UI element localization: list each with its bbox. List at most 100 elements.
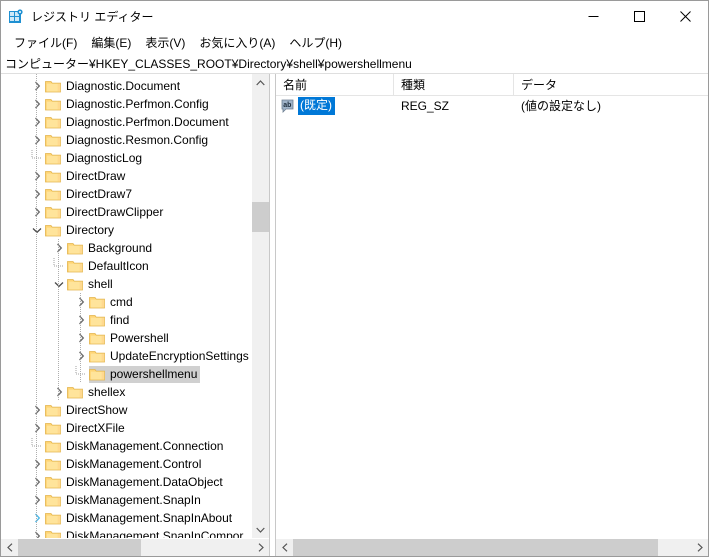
- tree-node-diagnostic-resmon-config[interactable]: Diagnostic.Resmon.Config: [1, 131, 252, 149]
- chevron-right-icon[interactable]: [73, 293, 89, 311]
- tree-node-shellex[interactable]: shellex: [1, 383, 252, 401]
- column-name[interactable]: 名前: [276, 74, 394, 95]
- chevron-right-icon[interactable]: [29, 401, 45, 419]
- chevron-right-icon[interactable]: [29, 473, 45, 491]
- values-scroll-right-arrow-icon[interactable]: [691, 539, 708, 556]
- tree-node-content: Diagnostic.Perfmon.Document: [45, 114, 232, 131]
- chevron-right-icon[interactable]: [29, 509, 45, 527]
- tree-node-diskmanagement-control[interactable]: DiskManagement.Control: [1, 455, 252, 473]
- pane-splitter[interactable]: [269, 74, 276, 556]
- tree-node-diskmanagement-snapinabout[interactable]: DiskManagement.SnapInAbout: [1, 509, 252, 527]
- tree-hscrollbar-thumb[interactable]: [18, 539, 141, 556]
- tree-node-content: Diagnostic.Document: [45, 78, 183, 95]
- tree-node-content: shellex: [67, 384, 128, 401]
- tree-node-label: DirectShow: [66, 402, 128, 417]
- menu-favorites[interactable]: お気に入り(A): [192, 32, 282, 54]
- tree-vertical-scrollbar[interactable]: [251, 74, 269, 538]
- tree-node-label: DirectDrawClipper: [66, 204, 164, 219]
- tree-node-directshow[interactable]: DirectShow: [1, 401, 252, 419]
- tree-node-label: DiagnosticLog: [66, 150, 143, 165]
- scroll-right-arrow-icon[interactable]: [252, 539, 269, 556]
- chevron-right-icon[interactable]: [29, 491, 45, 509]
- column-type[interactable]: 種類: [394, 74, 514, 95]
- values-scroll-left-arrow-icon[interactable]: [276, 539, 293, 556]
- tree-node-cmd[interactable]: cmd: [1, 293, 252, 311]
- chevron-right-icon[interactable]: [73, 311, 89, 329]
- chevron-down-icon[interactable]: [29, 221, 45, 239]
- tree-node-defaulticon[interactable]: DefaultIcon: [1, 257, 252, 275]
- tree-node-diagnostic-perfmon-config[interactable]: Diagnostic.Perfmon.Config: [1, 95, 252, 113]
- table-row[interactable]: ab (既定) REG_SZ (値の設定なし): [276, 96, 708, 115]
- values-horizontal-scrollbar[interactable]: [276, 538, 708, 556]
- tree-node-powershellmenu[interactable]: powershellmenu: [1, 365, 252, 383]
- maximize-button[interactable]: [616, 1, 662, 32]
- tree-horizontal-scrollbar[interactable]: [1, 538, 269, 556]
- tree-node-diagnostic-document[interactable]: Diagnostic.Document: [1, 77, 252, 95]
- values-hscrollbar-thumb[interactable]: [293, 539, 658, 556]
- chevron-right-icon[interactable]: [29, 95, 45, 113]
- menu-view[interactable]: 表示(V): [138, 32, 192, 54]
- scroll-up-arrow-icon[interactable]: [252, 74, 269, 91]
- chevron-right-icon[interactable]: [29, 185, 45, 203]
- folder-icon: [67, 277, 83, 291]
- tree-node-diskmanagement-dataobject[interactable]: DiskManagement.DataObject: [1, 473, 252, 491]
- registry-editor-window: レジストリ エディター ファイル(F) 編集(E) 表示(V) お気に入り(A)…: [0, 0, 709, 557]
- tree-node-background[interactable]: Background: [1, 239, 252, 257]
- tree-node-content: Powershell: [89, 330, 172, 347]
- scroll-down-arrow-icon[interactable]: [252, 521, 269, 538]
- menu-file[interactable]: ファイル(F): [7, 32, 84, 54]
- tree-scrollbar-thumb[interactable]: [252, 202, 269, 232]
- tree-node-diskmanagement-connection[interactable]: DiskManagement.Connection: [1, 437, 252, 455]
- title-bar[interactable]: レジストリ エディター: [1, 1, 708, 32]
- tree-node-label: cmd: [110, 294, 133, 309]
- tree-node-label: DirectDraw7: [66, 186, 133, 201]
- tree-node-content: DiskManagement.SnapInAbout: [45, 510, 235, 527]
- column-data[interactable]: データ: [514, 74, 708, 95]
- content-area: Diagnostic.Document Diagnostic.Perfmon.Co…: [1, 74, 708, 556]
- chevron-right-icon[interactable]: [51, 383, 67, 401]
- tree-node-directdraw[interactable]: DirectDraw: [1, 167, 252, 185]
- tree-node-directory[interactable]: Directory: [1, 221, 252, 239]
- tree-node-label: find: [110, 312, 130, 327]
- chevron-right-icon[interactable]: [29, 455, 45, 473]
- tree-node-diagnosticlog[interactable]: DiagnosticLog: [1, 149, 252, 167]
- tree-node-diskmanagement-snapincompor[interactable]: DiskManagement.SnapInCompor: [1, 527, 252, 538]
- tree-node-diskmanagement-snapin[interactable]: DiskManagement.SnapIn: [1, 491, 252, 509]
- tree-node-diagnostic-perfmon-document[interactable]: Diagnostic.Perfmon.Document: [1, 113, 252, 131]
- chevron-right-icon[interactable]: [29, 77, 45, 95]
- tree-node-shell[interactable]: shell: [1, 275, 252, 293]
- tree-node-label: DefaultIcon: [88, 258, 149, 273]
- tree-node-directxfile[interactable]: DirectXFile: [1, 419, 252, 437]
- chevron-right-icon[interactable]: [73, 347, 89, 365]
- chevron-right-icon[interactable]: [29, 131, 45, 149]
- tree-node-find[interactable]: find: [1, 311, 252, 329]
- scroll-left-arrow-icon[interactable]: [1, 539, 18, 556]
- tree-node-directdrawclipper[interactable]: DirectDrawClipper: [1, 203, 252, 221]
- address-bar[interactable]: コンピューター¥HKEY_CLASSES_ROOT¥Directory¥shel…: [1, 54, 708, 74]
- folder-icon: [67, 259, 83, 273]
- chevron-right-icon[interactable]: [29, 113, 45, 131]
- tree-node-label: DiskManagement.SnapIn: [66, 492, 201, 507]
- chevron-right-icon[interactable]: [73, 329, 89, 347]
- menu-help[interactable]: ヘルプ(H): [282, 32, 349, 54]
- chevron-right-icon[interactable]: [29, 527, 45, 538]
- chevron-right-icon[interactable]: [29, 419, 45, 437]
- chevron-right-icon[interactable]: [51, 239, 67, 257]
- chevron-down-icon[interactable]: [51, 275, 67, 293]
- registry-values-pane: 名前 種類 データ ab (既定) REG_SZ (値の設定なし): [276, 74, 708, 556]
- tree-node-updateencryptionsettings[interactable]: UpdateEncryptionSettings: [1, 347, 252, 365]
- tree-node-directdraw7[interactable]: DirectDraw7: [1, 185, 252, 203]
- minimize-button[interactable]: [570, 1, 616, 32]
- chevron-right-icon[interactable]: [29, 203, 45, 221]
- close-button[interactable]: [662, 1, 708, 32]
- chevron-right-icon[interactable]: [29, 167, 45, 185]
- value-name: (既定): [298, 96, 335, 115]
- menu-edit[interactable]: 編集(E): [84, 32, 138, 54]
- list-body: ab (既定) REG_SZ (値の設定なし): [276, 96, 708, 538]
- tree-node-powershell[interactable]: Powershell: [1, 329, 252, 347]
